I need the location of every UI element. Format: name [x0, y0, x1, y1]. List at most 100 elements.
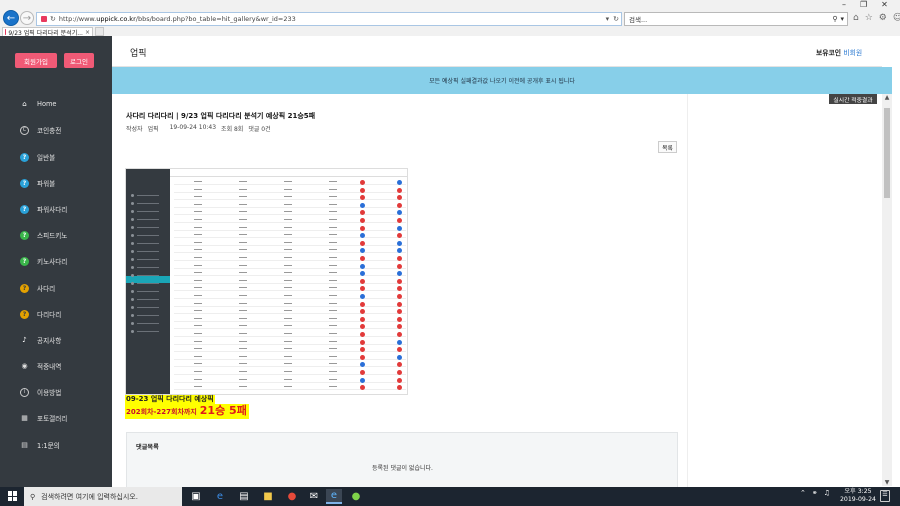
- sidebar-item-dari-dari[interactable]: ? 다리다리: [0, 305, 112, 323]
- list-button[interactable]: 목록: [658, 141, 677, 153]
- browser-tab-active[interactable]: 9/23 업픽 다리다리 분석기... ×: [2, 27, 93, 36]
- image-cell: [284, 226, 292, 228]
- forward-arrow-icon[interactable]: →: [20, 11, 34, 25]
- notification-icon[interactable]: ☰: [880, 490, 890, 502]
- scroll-up-icon[interactable]: ▲: [882, 94, 892, 101]
- image-cell: [194, 355, 202, 357]
- refresh-icon[interactable]: ↻: [50, 15, 56, 23]
- image-table-row: [174, 179, 406, 185]
- chrome-icon[interactable]: ●: [284, 489, 300, 504]
- address-bar[interactable]: ↻ http://www.uppick.co.kr/bbs/board.php?…: [36, 12, 622, 26]
- scrollbar-thumb[interactable]: [884, 108, 890, 198]
- image-cell: [239, 317, 247, 319]
- edge-icon[interactable]: e: [212, 489, 228, 504]
- browser-search-placeholder: 검색...: [629, 16, 648, 24]
- address-url: http://www.uppick.co.kr/bbs/board.php?bo…: [58, 15, 296, 23]
- image-table-row: [174, 331, 406, 337]
- sidebar-item-photo-gallery[interactable]: ▦ 포토갤러리: [0, 409, 112, 427]
- image-table-row: [174, 316, 406, 322]
- login-button[interactable]: 로그인: [64, 53, 94, 68]
- network-icon[interactable]: ⚭: [812, 489, 818, 497]
- search-dropdown-icon[interactable]: ▾: [840, 15, 844, 23]
- image-menu-dot: [131, 258, 134, 261]
- image-menu-line: [137, 275, 159, 276]
- app-icon[interactable]: ●: [348, 489, 364, 504]
- minimize-icon[interactable]: –: [842, 0, 846, 9]
- dropdown-icon[interactable]: ▾: [606, 15, 610, 23]
- settings-gear-icon[interactable]: ⚙: [879, 13, 887, 23]
- task-view-icon[interactable]: ▣: [188, 489, 204, 504]
- page-scrollbar[interactable]: ▲ ▼: [882, 94, 892, 486]
- info-icon: i: [20, 387, 29, 397]
- store-icon[interactable]: ▤: [236, 489, 252, 504]
- image-menu-line: [137, 331, 159, 332]
- scroll-down-icon[interactable]: ▼: [882, 479, 892, 486]
- sidebar-item-coin-charge[interactable]: C 코인충전: [0, 121, 112, 139]
- image-result-dot: [360, 210, 365, 216]
- sidebar-item-ladder[interactable]: ? 사다리: [0, 279, 112, 297]
- tab-title: 9/23 업픽 다리다리 분석기...: [8, 29, 83, 37]
- image-cell: [194, 234, 202, 236]
- image-result-dot: [360, 271, 365, 277]
- image-cell: [194, 317, 202, 319]
- sidebar-item-powerball[interactable]: ? 파워볼: [0, 174, 112, 192]
- sidebar-item-home[interactable]: ⌂ Home: [0, 95, 112, 113]
- close-window-icon[interactable]: ✕: [881, 0, 888, 9]
- image-table-row: [174, 369, 406, 375]
- win-loss-record: 21승 5패: [199, 404, 247, 417]
- image-cell: [194, 196, 202, 198]
- image-cell: [194, 241, 202, 243]
- chevron-up-icon[interactable]: ⌃: [800, 489, 806, 497]
- image-cell: [329, 264, 337, 266]
- image-result-dot: [360, 218, 365, 223]
- image-cell: [194, 302, 202, 304]
- taskbar-search-field[interactable]: ⚲ 검색하려면 여기에 입력하십시오.: [24, 487, 182, 506]
- new-tab-button[interactable]: [95, 27, 104, 36]
- windows-start-icon[interactable]: [8, 491, 18, 501]
- smiley-feedback-icon[interactable]: ☺: [893, 13, 900, 23]
- image-cell: [194, 371, 202, 372]
- sidebar-item-speed-keno[interactable]: ? 스피드키노: [0, 226, 112, 244]
- post-comment-count: 댓글 0건: [248, 126, 271, 133]
- image-cell: [284, 264, 292, 266]
- volume-icon[interactable]: ♫: [824, 489, 830, 497]
- image-cell: [284, 363, 292, 365]
- image-cell: [284, 219, 292, 220]
- back-arrow-icon[interactable]: ←: [3, 10, 19, 26]
- sidebar-item-hit-history[interactable]: ◉ 적중내역: [0, 357, 112, 375]
- internet-explorer-icon[interactable]: e: [326, 489, 342, 504]
- browser-search-field[interactable]: 검색... ⚲ ▾: [624, 12, 848, 26]
- image-table-row: [174, 187, 406, 193]
- image-table-row: [174, 202, 406, 208]
- restore-icon[interactable]: ❐: [860, 0, 867, 9]
- sidebar-item-normal-ball[interactable]: ? 일반볼: [0, 148, 112, 166]
- image-table-row: [174, 361, 406, 368]
- image-table-row: [174, 240, 406, 246]
- image-result-dot: [360, 263, 365, 269]
- image-cell: [194, 211, 202, 213]
- taskbar-clock[interactable]: 오후 3:25 2019-09-24: [840, 488, 876, 504]
- file-explorer-icon[interactable]: ■: [260, 489, 276, 504]
- mail-icon[interactable]: ✉: [306, 489, 322, 504]
- image-cell: [239, 295, 247, 296]
- image-cell: [329, 257, 337, 258]
- image-cell: [284, 310, 292, 312]
- home-page-icon[interactable]: ⌂: [853, 13, 859, 23]
- page-favicon-icon: [41, 16, 47, 22]
- refresh-page-icon[interactable]: ↻: [613, 15, 619, 23]
- sidebar-item-power-ladder[interactable]: ? 파워사다리: [0, 200, 112, 218]
- image-cell: [194, 226, 202, 228]
- favorites-star-icon[interactable]: ☆: [865, 13, 873, 23]
- tab-close-icon[interactable]: ×: [85, 29, 90, 36]
- search-icon[interactable]: ⚲: [832, 15, 837, 23]
- sidebar-item-keno-ladder[interactable]: ? 키노사다리: [0, 252, 112, 270]
- image-result-dot: [397, 324, 402, 330]
- sidebar-item-inquiry[interactable]: ▤ 1:1문의: [0, 436, 112, 454]
- sidebar-item-how-to-use[interactable]: i 이용방법: [0, 383, 112, 401]
- image-result-dot: [397, 240, 402, 246]
- sidebar-item-notice[interactable]: ♪ 공지사항: [0, 331, 112, 349]
- join-button[interactable]: 회원가입: [15, 53, 57, 68]
- search-icon: ⚲: [30, 492, 36, 501]
- live-results-badge[interactable]: 실시간 적중결과: [829, 94, 877, 104]
- image-table-row: [174, 270, 406, 277]
